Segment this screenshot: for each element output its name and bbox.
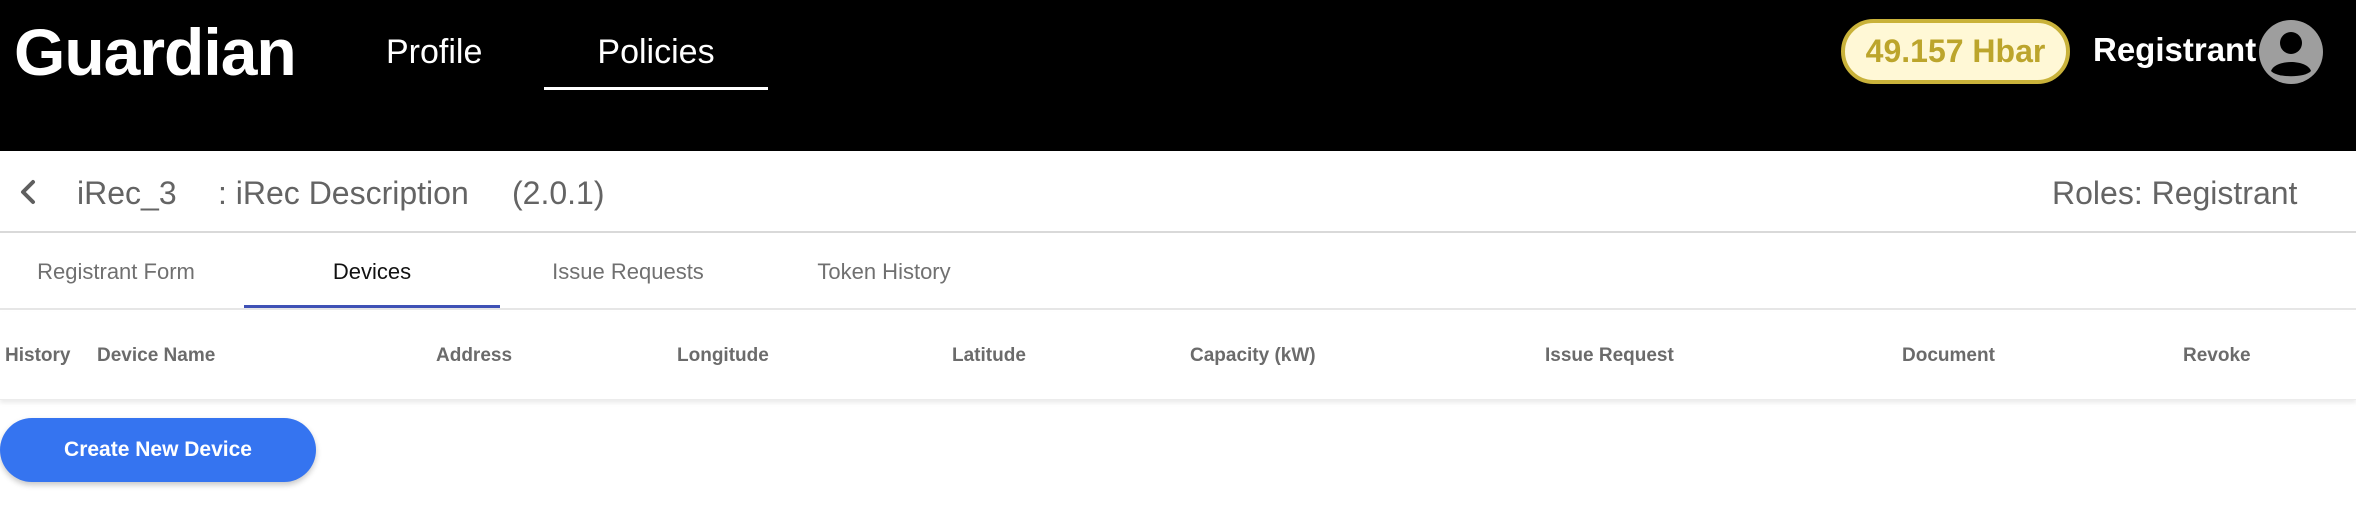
column-header-history: History — [5, 345, 71, 366]
column-header-revoke: Revoke — [2183, 345, 2251, 366]
column-header-longitude: Longitude — [677, 345, 769, 366]
policy-description: : iRec Description — [218, 175, 469, 211]
devices-table-header: History Device Name Address Longitude La… — [0, 312, 2356, 400]
column-header-capacity: Capacity (kW) — [1190, 345, 1316, 366]
top-navigation-bar: Guardian Profile Policies 49.157 Hbar Re… — [0, 0, 2356, 151]
policy-tabs: Registrant Form Devices Issue Requests T… — [0, 233, 2356, 310]
policy-header: iRec_3 : iRec Description (2.0.1) Roles:… — [0, 151, 2356, 233]
nav-profile[interactable]: Profile — [386, 30, 496, 90]
balance-badge: 49.157 Hbar — [1841, 19, 2070, 84]
column-header-device-name: Device Name — [97, 345, 216, 366]
tab-registrant-form[interactable]: Registrant Form — [0, 233, 232, 310]
policy-version: (2.0.1) — [512, 175, 605, 211]
active-tab-indicator — [244, 305, 500, 308]
nav-active-indicator — [544, 87, 768, 90]
tab-issue-requests[interactable]: Issue Requests — [500, 233, 756, 310]
chevron-left-icon[interactable] — [14, 177, 44, 207]
policy-name: iRec_3 — [77, 175, 177, 211]
column-header-document: Document — [1902, 345, 1995, 366]
column-header-address: Address — [436, 345, 513, 366]
app-logo: Guardian — [14, 15, 297, 89]
user-role-name[interactable]: Registrant — [2093, 30, 2256, 70]
column-header-latitude: Latitude — [952, 345, 1026, 366]
user-roles: Roles: Registrant — [2052, 175, 2298, 211]
nav-policies[interactable]: Policies — [544, 30, 768, 90]
column-header-issue-request: Issue Request — [1545, 345, 1674, 366]
create-new-device-button[interactable]: Create New Device — [0, 418, 316, 482]
tab-devices[interactable]: Devices — [244, 233, 500, 310]
account-circle-icon[interactable] — [2258, 19, 2324, 85]
tab-token-history[interactable]: Token History — [756, 233, 1012, 310]
